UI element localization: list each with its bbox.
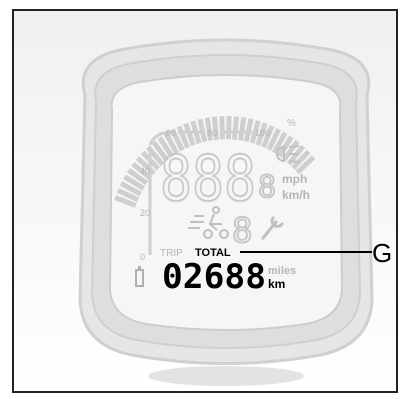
scale-tick-20: 20 (140, 208, 150, 218)
speed-small-digit: 8 (258, 170, 276, 205)
unit-miles: miles (268, 265, 296, 277)
unit-km: km (268, 277, 285, 291)
scale-tick-100: 100 (255, 128, 270, 138)
assist-level-digit: 8 (232, 211, 252, 251)
unit-mph: mph (282, 172, 307, 186)
percent-sign: % (287, 118, 296, 129)
scale-tick-0: 0 (140, 252, 145, 262)
scale-tick-80: 80 (207, 128, 217, 138)
odometer-value: 02688 (162, 257, 266, 297)
gauge-bar-segment (219, 116, 225, 140)
scale-tick-40: 40 (140, 166, 150, 176)
callout-letter: G (372, 238, 392, 268)
scale-tick-60: 60 (166, 128, 176, 138)
gauge-bar-segment (238, 117, 247, 141)
speed-digits: 888 (160, 142, 256, 215)
gauge-bar-segment (226, 116, 232, 140)
unit-kmh: km/h (282, 188, 310, 202)
gauge-bar-segment (232, 116, 239, 140)
display-illustration: 60 80 100 40 20 0 % 888 8 mph km/h 8 TRI… (12, 9, 398, 393)
